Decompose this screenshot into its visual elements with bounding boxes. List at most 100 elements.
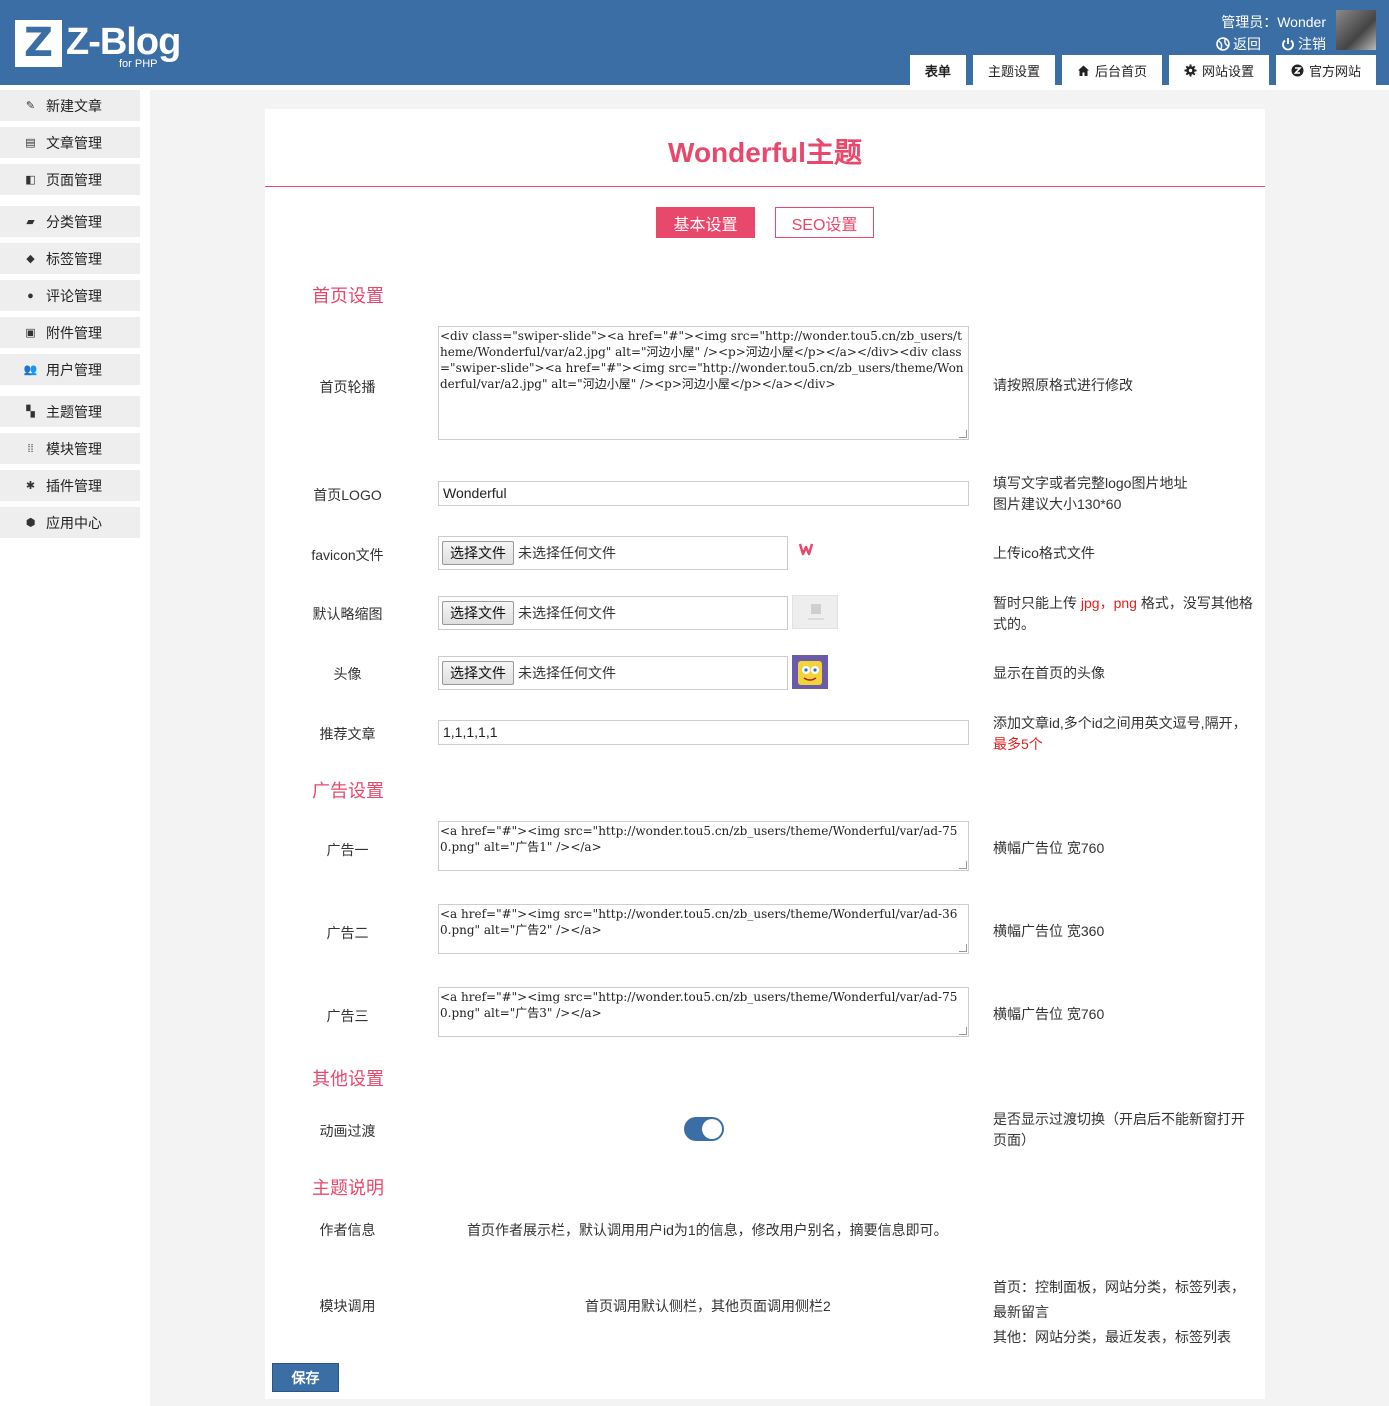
- top-header: Z Z-Blog for PHP 管理员：Wonder 返回 注销 表单 主题设…: [0, 0, 1389, 85]
- sidebar-item-articles[interactable]: ▤ 文章管理: [0, 127, 140, 158]
- globe-icon: [1216, 37, 1230, 51]
- comment-icon: ●: [27, 289, 34, 302]
- admin-avatar[interactable]: [1336, 10, 1376, 50]
- sidebar-item-comments[interactable]: ● 评论管理: [0, 280, 140, 311]
- sidebar-item-attachments[interactable]: ▣ 附件管理: [0, 317, 140, 348]
- module-hint: 首页：控制面板，网站分类，标签列表， 最新留言 其他：网站分类，最近发表，标签列…: [993, 1275, 1255, 1350]
- edit-icon: ✎: [25, 100, 36, 112]
- section-notes-title: 主题说明: [312, 1178, 384, 1198]
- thumb-hint: 暂时只能上传 jpg，png 格式，没写其他格式的。: [993, 593, 1255, 635]
- plugin-icon: ✱: [25, 480, 36, 492]
- module-hint-line2: 最新留言: [993, 1304, 1049, 1320]
- tab-seo-settings[interactable]: SEO设置: [775, 207, 874, 238]
- tab-site-settings[interactable]: 网站设置: [1168, 55, 1269, 85]
- sidebar-item-label: 页面管理: [46, 171, 102, 188]
- settings-panel: Wonderful主题 基本设置 SEO设置 首页设置 首页轮播 <div cl…: [265, 109, 1265, 1399]
- recommend-input[interactable]: 1,1,1,1,1: [438, 720, 969, 745]
- sidebar-item-app-center[interactable]: ⬢ 应用中心: [0, 507, 140, 538]
- logout-link-label: 注销: [1298, 36, 1326, 52]
- avatar-choose-button[interactable]: 选择文件: [442, 661, 514, 685]
- module-hint-line1: 首页：控制面板，网站分类，标签列表，: [993, 1279, 1245, 1295]
- favicon-file-input[interactable]: 选择文件 未选择任何文件: [438, 536, 788, 570]
- section-other-title: 其他设置: [312, 1069, 384, 1089]
- thumb-preview-image: [792, 595, 838, 629]
- toggle-knob: [702, 1119, 722, 1139]
- ad1-label: 广告一: [326, 842, 369, 858]
- tab-basic-settings[interactable]: 基本设置: [656, 207, 755, 238]
- tab-official-site-label: 官方网站: [1308, 63, 1361, 79]
- ad2-label: 广告二: [326, 925, 369, 941]
- thumb-hint-text: 暂时只能上传: [993, 595, 1081, 611]
- logo-subtitle: for PHP: [119, 58, 158, 70]
- thumb-choose-button[interactable]: 选择文件: [442, 601, 514, 625]
- sidebar-item-pages[interactable]: ◧ 页面管理: [0, 164, 140, 195]
- favicon-label: favicon文件: [311, 547, 384, 563]
- page-title: Wonderful主题: [668, 137, 862, 168]
- logo-label: 首页LOGO: [313, 487, 382, 503]
- section-home-title: 首页设置: [312, 286, 384, 306]
- users-icon: 👥: [23, 364, 38, 376]
- avatar-file-status: 未选择任何文件: [518, 665, 616, 681]
- sidebar-item-label: 分类管理: [46, 213, 102, 230]
- thumb-hint-comma: ，: [1099, 595, 1114, 611]
- article-icon: ▤: [25, 137, 36, 149]
- tab-form[interactable]: 表单: [909, 55, 966, 85]
- sidebar-item-themes[interactable]: ▚ 主题管理: [0, 396, 140, 427]
- sidebar-item-plugins[interactable]: ✱ 插件管理: [0, 470, 140, 501]
- recommend-label: 推荐文章: [319, 726, 376, 742]
- logo-input[interactable]: Wonderful: [438, 481, 969, 506]
- tab-official-site[interactable]: 官方网站: [1275, 55, 1376, 85]
- ad3-hint: 横幅广告位 宽760: [993, 1006, 1105, 1022]
- sidebar-item-tags[interactable]: ◆ 标签管理: [0, 243, 140, 274]
- sidebar-item-label: 主题管理: [46, 403, 102, 420]
- zblog-logo[interactable]: Z Z-Blog for PHP: [15, 20, 181, 70]
- sidebar-item-categories[interactable]: ▰ 分类管理: [0, 206, 140, 237]
- slider-textarea[interactable]: <div class="swiper-slide"><a href="#"><i…: [438, 326, 969, 440]
- sidebar: ✎ 新建文章 ▤ 文章管理 ◧ 页面管理 ▰ 分类管理 ◆ 标签管理 ● 评论管理 ▣ 附件管…: [0, 90, 140, 544]
- avatar-file-input[interactable]: 选择文件 未选择任何文件: [438, 656, 788, 690]
- favicon-choose-button[interactable]: 选择文件: [442, 541, 514, 565]
- gear-icon: [1184, 64, 1197, 76]
- back-link-label: 返回: [1233, 36, 1261, 52]
- ad1-textarea[interactable]: <a href="#"><img src="http://wonder.tou5…: [438, 821, 969, 871]
- user-box: 管理员：Wonder 返回 注销: [1196, 10, 1376, 52]
- thumb-file-input[interactable]: 选择文件 未选择任何文件: [438, 596, 788, 630]
- sidebar-item-label: 新建文章: [46, 97, 102, 114]
- favicon-hint: 上传ico格式文件: [993, 545, 1095, 561]
- tab-theme-settings[interactable]: 主题设置: [972, 55, 1055, 85]
- anim-toggle[interactable]: [684, 1117, 724, 1141]
- sidebar-item-new-article[interactable]: ✎ 新建文章: [0, 90, 140, 121]
- tag-icon: ◆: [26, 253, 35, 265]
- ad3-textarea[interactable]: <a href="#"><img src="http://wonder.tou5…: [438, 987, 969, 1037]
- sidebar-item-label: 插件管理: [46, 477, 102, 494]
- ad2-textarea[interactable]: <a href="#"><img src="http://wonder.tou5…: [438, 904, 969, 954]
- thumb-file-status: 未选择任何文件: [518, 605, 616, 621]
- module-hint-line3: 其他：网站分类，最近发表，标签列表: [993, 1329, 1231, 1345]
- title-divider: [265, 186, 1265, 187]
- attachment-icon: ▣: [25, 327, 36, 339]
- sidebar-item-label: 用户管理: [46, 361, 102, 378]
- sidebar-item-modules[interactable]: ⁞⁞ 模块管理: [0, 433, 140, 464]
- author-label: 作者信息: [319, 1222, 376, 1238]
- thumb-label: 默认略缩图: [312, 606, 383, 622]
- logout-link[interactable]: 注销: [1281, 34, 1326, 54]
- recommend-hint-max: 最多5个: [993, 736, 1043, 752]
- tab-admin-home[interactable]: 后台首页: [1061, 55, 1162, 85]
- slider-label: 首页轮播: [319, 379, 376, 395]
- module-label: 模块调用: [319, 1298, 376, 1314]
- sidebar-item-label: 附件管理: [46, 324, 102, 341]
- logo-mark: Z: [15, 20, 62, 67]
- page-icon: ◧: [25, 174, 36, 186]
- logo-hint: 填写文字或者完整logo图片地址 图片建议大小130*60: [993, 473, 1255, 515]
- power-icon: [1282, 38, 1294, 51]
- anim-hint: 是否显示过渡切换（开启后不能新窗打开页面）: [993, 1111, 1245, 1148]
- thumb-hint-png: png: [1113, 595, 1137, 611]
- ad2-hint: 横幅广告位 宽360: [993, 923, 1105, 939]
- home-icon: [1077, 65, 1089, 76]
- sidebar-item-label: 应用中心: [46, 514, 102, 531]
- module-description: 首页调用默认侧栏，其他页面调用侧栏2: [585, 1298, 831, 1314]
- save-button[interactable]: 保存: [272, 1363, 339, 1392]
- tab-admin-home-label: 后台首页: [1094, 63, 1147, 79]
- sidebar-item-users[interactable]: 👥 用户管理: [0, 354, 140, 385]
- back-link[interactable]: 返回: [1216, 34, 1261, 54]
